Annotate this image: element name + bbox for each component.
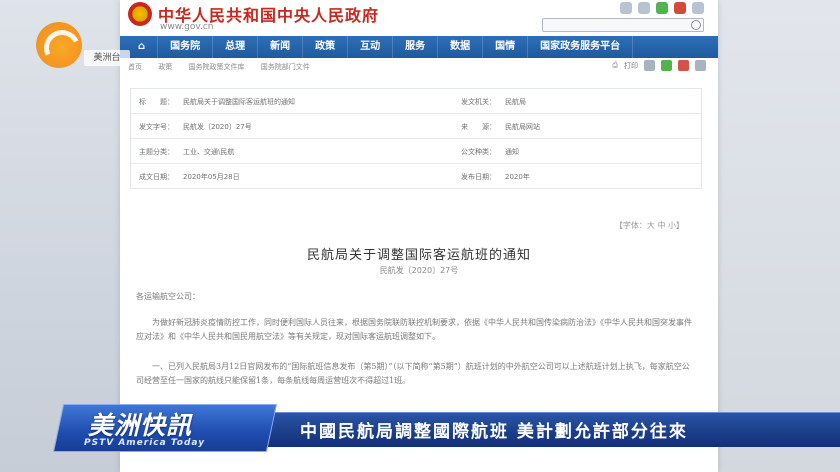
program-title: 美洲快訊 bbox=[88, 411, 193, 440]
breadcrumb-department[interactable]: 国务院部门文件 bbox=[261, 63, 310, 71]
share-bar: ⎙ 打印 bbox=[612, 60, 706, 71]
print-label[interactable]: 打印 bbox=[624, 61, 638, 71]
site-url[interactable]: www.gov.cn bbox=[160, 22, 213, 32]
wechat-icon[interactable] bbox=[656, 2, 668, 14]
mobile-icon[interactable] bbox=[638, 2, 650, 14]
meta-row: 主题分类： 工业、交通\民航 公文种类： 通知 bbox=[131, 139, 701, 164]
meta-value: 2020年05月28日 bbox=[183, 173, 240, 181]
meta-label: 发文字号： bbox=[139, 123, 174, 131]
english-icon[interactable] bbox=[692, 2, 704, 14]
nav-item-news[interactable]: 新闻 bbox=[258, 36, 304, 58]
meta-label: 成文日期： bbox=[139, 173, 174, 181]
meta-label: 主题分类： bbox=[139, 148, 174, 156]
nav-item-premier[interactable]: 总理 bbox=[213, 36, 259, 58]
header-tools bbox=[620, 2, 704, 14]
breadcrumb: 首页 政策 国务院政策文件库 国务院部门文件 bbox=[128, 62, 324, 72]
meta-row: 发文字号： 民航发〔2020〕27号 来 源： 民航局网站 bbox=[131, 114, 701, 139]
program-subtitle: PSTV America Today bbox=[84, 438, 206, 448]
video-background-right bbox=[718, 0, 840, 472]
news-lower-third: 美洲快訊 PSTV America Today 中國民航局調整國際航班 美計劃允… bbox=[0, 404, 840, 452]
document-addressee: 各运输航空公司： bbox=[136, 292, 200, 301]
station-tag: 美洲台 bbox=[84, 50, 130, 66]
share-qq-icon[interactable] bbox=[644, 60, 655, 71]
document-number: 民航发〔2020〕27号 bbox=[379, 266, 459, 275]
nav-item-service[interactable]: 服务 bbox=[393, 36, 439, 58]
meta-row: 成文日期： 2020年05月28日 发布日期： 2020年 bbox=[131, 164, 701, 188]
document-title: 民航局关于调整国际客运航班的通知 bbox=[306, 248, 531, 263]
font-size-control[interactable]: 【字体：大 中 小】 bbox=[615, 220, 684, 231]
meta-value: 工业、交通\民航 bbox=[183, 148, 235, 156]
share-wechat-icon[interactable] bbox=[661, 60, 672, 71]
share-weibo-icon[interactable] bbox=[678, 60, 689, 71]
meta-label: 标 题： bbox=[139, 98, 174, 106]
meta-value: 民航发〔2020〕27号 bbox=[183, 123, 252, 131]
mail-icon[interactable] bbox=[620, 2, 632, 14]
document-paragraph: 一、已列入民航局3月12日官网发布的“国际航班信息发布（第5期）”（以下简称“第… bbox=[136, 362, 690, 385]
meta-label: 公文种类： bbox=[461, 148, 496, 156]
meta-row: 标 题： 民航局关于调整国际客运航班的通知 发文机关： 民航局 bbox=[131, 89, 701, 114]
meta-label: 来 源： bbox=[461, 123, 496, 131]
weibo-icon[interactable] bbox=[674, 2, 686, 14]
meta-value: 民航局关于调整国际客运航班的通知 bbox=[183, 98, 295, 106]
share-more-icon[interactable] bbox=[695, 60, 706, 71]
main-nav: ⌂ 国务院 总理 新闻 政策 互动 服务 数据 国情 国家政务服务平台 bbox=[120, 36, 718, 58]
search-icon[interactable] bbox=[691, 20, 701, 30]
browser-page: 中华人民共和国中央人民政府 www.gov.cn ⌂ 国务院 总理 新闻 政策 … bbox=[120, 0, 718, 472]
nav-item-data[interactable]: 数据 bbox=[438, 36, 484, 58]
meta-label: 发文机关： bbox=[461, 98, 496, 106]
breadcrumb-policy[interactable]: 政策 bbox=[158, 63, 172, 71]
meta-value: 2020年 bbox=[505, 173, 530, 181]
video-background-left bbox=[0, 0, 128, 472]
breadcrumb-home[interactable]: 首页 bbox=[128, 63, 142, 71]
meta-value: 民航局网站 bbox=[505, 123, 540, 131]
meta-label: 发布日期： bbox=[461, 173, 496, 181]
breadcrumb-library[interactable]: 国务院政策文件库 bbox=[188, 63, 244, 71]
nav-item-policy[interactable]: 政策 bbox=[303, 36, 349, 58]
national-emblem-icon bbox=[128, 2, 152, 26]
meta-value: 通知 bbox=[505, 148, 519, 156]
document-meta-table: 标 题： 民航局关于调整国际客运航班的通知 发文机关： 民航局 发文字号： 民航… bbox=[130, 88, 702, 189]
news-headline: 中國民航局調整國際航班 美計劃允許部分往來 bbox=[300, 422, 688, 442]
document-paragraph: 为做好新冠肺炎疫情防控工作，同时便利国际人员往来，根据国务院联防联控机制要求，依… bbox=[136, 318, 692, 341]
nav-item-interaction[interactable]: 互动 bbox=[348, 36, 394, 58]
nav-item-state-council[interactable]: 国务院 bbox=[158, 36, 214, 58]
site-header: 中华人民共和国中央人民政府 www.gov.cn bbox=[120, 0, 718, 36]
print-icon[interactable]: ⎙ bbox=[612, 61, 618, 70]
search-input[interactable] bbox=[542, 18, 704, 32]
nav-item-national-info[interactable]: 国情 bbox=[483, 36, 529, 58]
nav-item-service-platform[interactable]: 国家政务服务平台 bbox=[528, 36, 634, 58]
station-logo bbox=[36, 22, 86, 72]
meta-value: 民航局 bbox=[505, 98, 526, 106]
